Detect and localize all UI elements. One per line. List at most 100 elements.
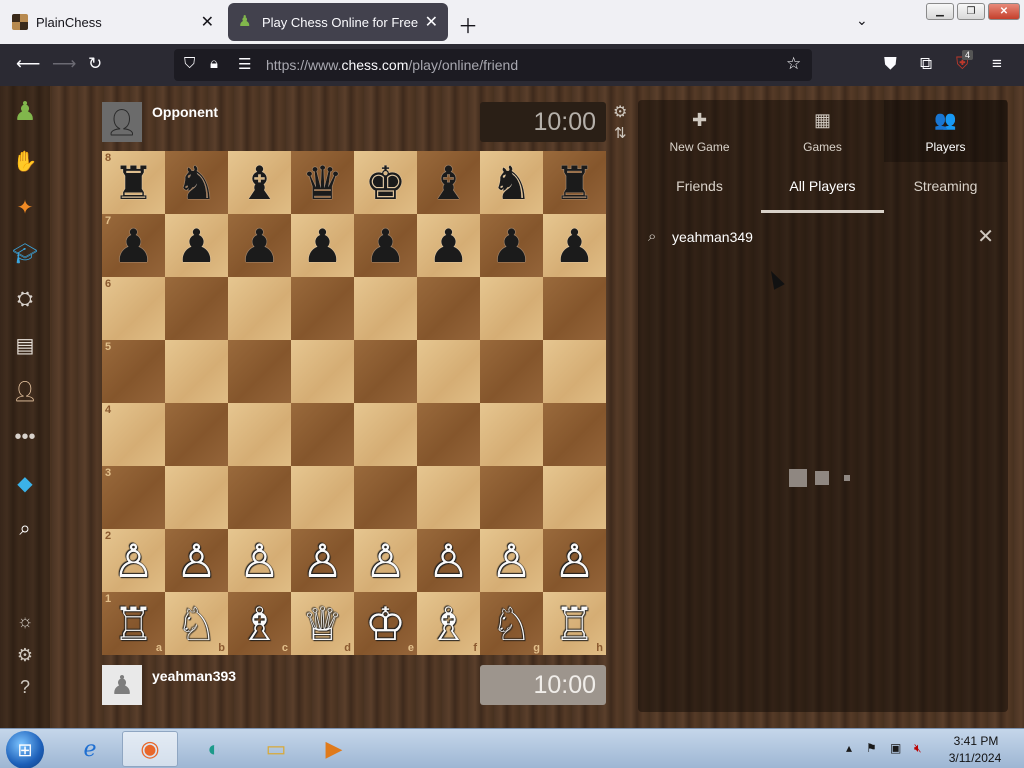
black-piece[interactable]: ♝	[239, 160, 280, 206]
square-f2[interactable]: ♙	[417, 529, 480, 592]
maximize-window-icon[interactable]: ❐	[957, 3, 985, 20]
square-f7[interactable]: ♟	[417, 214, 480, 277]
chess-board[interactable]: 8 ♜ ♞ ♝ ♛ ♚ ♝ ♞ ♜ 7 ♟ ♟ ♟ ♟ ♟ ♟ ♟ ♟ 6 5 4 3 2 ♙ ♙ ♙ ♙ ♙ ♙ ♙ ♙ 1 a ♖ b ♘ c ♗ d ♕…	[102, 151, 606, 655]
watch-binoculars-icon[interactable]: ⛭	[10, 284, 40, 314]
media-player-icon[interactable]: ▶	[306, 731, 362, 767]
square-d2[interactable]: ♙	[291, 529, 354, 592]
white-piece[interactable]: ♙	[491, 538, 532, 584]
square-d8[interactable]: ♛	[291, 151, 354, 214]
network-icon[interactable]: ▣	[890, 741, 901, 755]
square-g3[interactable]	[480, 466, 543, 529]
white-piece[interactable]: ♙	[428, 538, 469, 584]
black-piece[interactable]: ♚	[365, 160, 406, 206]
search-icon[interactable]: ⌕	[10, 514, 40, 544]
subtab-streaming[interactable]: Streaming	[884, 178, 1007, 194]
square-h7[interactable]: ♟	[543, 214, 606, 277]
black-piece[interactable]: ♜	[113, 160, 154, 206]
player-avatar[interactable]: ♟	[102, 665, 142, 705]
square-h8[interactable]: ♜	[543, 151, 606, 214]
square-a6[interactable]: 6	[102, 277, 165, 340]
white-piece[interactable]: ♘	[491, 601, 532, 647]
square-g4[interactable]	[480, 403, 543, 466]
pocket-icon[interactable]: ⛊	[884, 54, 897, 74]
square-b5[interactable]	[165, 340, 228, 403]
white-piece[interactable]: ♔	[365, 601, 406, 647]
square-f8[interactable]: ♝	[417, 151, 480, 214]
square-c3[interactable]	[228, 466, 291, 529]
black-piece[interactable]: ♟	[113, 223, 154, 269]
taskbar-date[interactable]: 3/11/2024	[944, 751, 1006, 765]
white-piece[interactable]: ♙	[239, 538, 280, 584]
square-a7[interactable]: 7 ♟	[102, 214, 165, 277]
square-c7[interactable]: ♟	[228, 214, 291, 277]
black-piece[interactable]: ♟	[428, 223, 469, 269]
white-piece[interactable]: ♕	[302, 601, 343, 647]
square-a3[interactable]: 3	[102, 466, 165, 529]
puzzles-icon[interactable]: ✦	[10, 192, 40, 222]
back-arrow-icon[interactable]: ⟵	[16, 54, 40, 74]
white-piece[interactable]: ♘	[176, 601, 217, 647]
square-a5[interactable]: 5	[102, 340, 165, 403]
black-piece[interactable]: ♛	[302, 160, 343, 206]
white-piece[interactable]: ♙	[302, 538, 343, 584]
reload-icon[interactable]: ↻	[88, 54, 102, 74]
square-e2[interactable]: ♙	[354, 529, 417, 592]
file-explorer-icon[interactable]: ▭	[248, 731, 304, 767]
learn-cap-icon[interactable]: 🎓︎	[10, 238, 40, 268]
square-d6[interactable]	[291, 277, 354, 340]
square-h3[interactable]	[543, 466, 606, 529]
tab-plainchess[interactable]: PlainChess ✕	[2, 3, 224, 41]
square-e1[interactable]: e ♔	[354, 592, 417, 655]
square-e4[interactable]	[354, 403, 417, 466]
play-hand-icon[interactable]: ✋	[10, 146, 40, 176]
forward-arrow-icon[interactable]: ⟶	[52, 54, 76, 74]
black-piece[interactable]: ♟	[554, 223, 595, 269]
black-piece[interactable]: ♟	[302, 223, 343, 269]
square-g7[interactable]: ♟	[480, 214, 543, 277]
clear-search-icon[interactable]: ✕	[977, 224, 994, 249]
square-c6[interactable]	[228, 277, 291, 340]
tab-chess-com[interactable]: ♟ Play Chess Online for Free with ✕	[228, 3, 448, 41]
page-info-icon[interactable]: ☰	[238, 55, 251, 73]
white-piece[interactable]: ♗	[428, 601, 469, 647]
square-g5[interactable]	[480, 340, 543, 403]
square-f5[interactable]	[417, 340, 480, 403]
square-d4[interactable]	[291, 403, 354, 466]
help-icon[interactable]: ?	[10, 672, 40, 702]
tab-new-game[interactable]: ✚ New Game	[638, 100, 761, 162]
square-a8[interactable]: 8 ♜	[102, 151, 165, 214]
white-piece[interactable]: ♙	[554, 538, 595, 584]
close-tab-icon[interactable]: ✕	[425, 12, 438, 32]
square-g1[interactable]: g ♘	[480, 592, 543, 655]
black-piece[interactable]: ♝	[428, 160, 469, 206]
subtab-all-players[interactable]: All Players	[761, 178, 884, 194]
white-piece[interactable]: ♖	[554, 601, 595, 647]
square-b4[interactable]	[165, 403, 228, 466]
lock-icon[interactable]: 🔒︎	[210, 55, 218, 72]
square-a2[interactable]: 2 ♙	[102, 529, 165, 592]
new-tab-icon[interactable]: ＋	[458, 10, 478, 39]
square-c8[interactable]: ♝	[228, 151, 291, 214]
settings-gear-icon[interactable]: ⚙	[10, 640, 40, 670]
square-a4[interactable]: 4	[102, 403, 165, 466]
white-piece[interactable]: ♙	[113, 538, 154, 584]
square-c2[interactable]: ♙	[228, 529, 291, 592]
white-piece[interactable]: ♙	[365, 538, 406, 584]
square-e8[interactable]: ♚	[354, 151, 417, 214]
close-window-icon[interactable]: ✕	[988, 3, 1020, 20]
square-d3[interactable]	[291, 466, 354, 529]
theme-icon[interactable]: ☼	[10, 606, 40, 636]
opponent-avatar[interactable]: 👤︎	[102, 102, 142, 142]
square-d5[interactable]	[291, 340, 354, 403]
bookmark-star-icon[interactable]: ☆	[786, 54, 801, 74]
app-globe-icon[interactable]: ◐	[186, 731, 242, 767]
black-piece[interactable]: ♞	[491, 160, 532, 206]
square-d7[interactable]: ♟	[291, 214, 354, 277]
square-b7[interactable]: ♟	[165, 214, 228, 277]
square-h2[interactable]: ♙	[543, 529, 606, 592]
square-e5[interactable]	[354, 340, 417, 403]
diamond-icon[interactable]: ◆	[10, 468, 40, 498]
square-b3[interactable]	[165, 466, 228, 529]
square-f4[interactable]	[417, 403, 480, 466]
minimize-window-icon[interactable]: ▁	[926, 3, 954, 20]
